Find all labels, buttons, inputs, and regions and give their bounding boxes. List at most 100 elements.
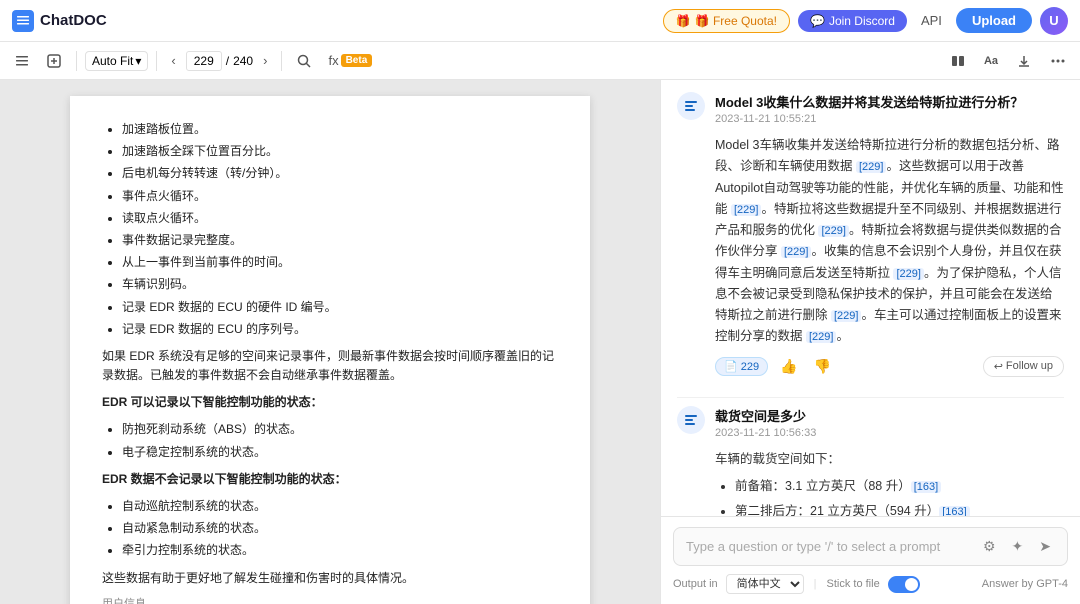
new-tab-button[interactable] <box>40 49 68 73</box>
answer-by-label: Answer by GPT-4 <box>982 578 1068 590</box>
output-label: Output in <box>673 578 718 590</box>
thumbs-up-button-1[interactable]: 👍 <box>776 356 801 377</box>
pdf-edr-not-title: EDR 数据不会记录以下智能控制功能的状态： <box>102 470 558 489</box>
formula-button[interactable]: fx Beta <box>322 49 378 72</box>
chat-q2-title: 载货空间是多少 <box>715 406 1064 425</box>
avatar-letter: U <box>1049 13 1058 28</box>
pdf-item: 车辆识别码。 <box>122 275 558 294</box>
app-name: ChatDOC <box>40 12 107 29</box>
pdf-page-1: 加速踏板位置。 加速踏板全踩下位置百分比。 后电机每分转转速（转/分钟）。 事件… <box>70 96 590 604</box>
chat-question-2: 载货空间是多少 2023-11-21 10:56:33 <box>677 406 1064 439</box>
pdf-item: 电子稳定控制系统的状态。 <box>122 443 558 462</box>
pdf-edr-not-items: 自动巡航控制系统的状态。 自动紧急制动系统的状态。 牵引力控制系统的状态。 <box>102 497 558 561</box>
chat-text-input[interactable] <box>686 539 971 554</box>
pdf-item: 牵引力控制系统的状态。 <box>122 541 558 560</box>
pdf-item: 从上一事件到当前事件的时间。 <box>122 253 558 272</box>
pdf-item: 后电机每分转转速（转/分钟）。 <box>122 164 558 183</box>
chat-input-area: ⚙ ✦ ➤ Output in 简体中文 | Stick to file Ans… <box>661 516 1080 604</box>
pdf-item: 加速踏板全踩下位置百分比。 <box>122 142 558 161</box>
separator3 <box>281 51 282 71</box>
citation-num: 229 <box>741 361 759 373</box>
beta-badge: Beta <box>341 54 373 67</box>
language-select[interactable]: 简体中文 <box>726 574 804 594</box>
download-button[interactable] <box>1010 49 1038 73</box>
pdf-edr-title: EDR 可以记录以下智能控制功能的状态： <box>102 393 558 412</box>
pdf-edr-items: 防抱死刹动系统（ABS）的状态。 电子稳定控制系统的状态。 <box>102 420 558 461</box>
navbar: ChatDOC 🎁 🎁 Free Quota! 💬 Join Discord A… <box>0 0 1080 42</box>
pdf-item: 事件数据记录完整度。 <box>122 231 558 250</box>
chat-answer-2: 车辆的载货空间如下： 前备箱：3.1 立方英尺（88 升）[163] 第二排后方… <box>677 449 1064 517</box>
auto-fit-label: Auto Fit <box>92 54 133 68</box>
reading-mode-button[interactable] <box>944 49 972 73</box>
logo-icon <box>12 10 34 32</box>
sparkle-input-button[interactable]: ✦ <box>1008 536 1028 557</box>
pdf-item: 自动巡航控制系统的状态。 <box>122 497 558 516</box>
page-separator: / <box>226 54 229 68</box>
thumbs-down-button-1[interactable]: 👎 <box>810 356 835 377</box>
api-label: API <box>921 13 942 28</box>
chat-q1-time: 2023-11-21 10:55:21 <box>715 113 1064 125</box>
chat-block-q2: 载货空间是多少 2023-11-21 10:56:33 车辆的载货空间如下： 前… <box>677 406 1064 517</box>
upload-label: Upload <box>972 13 1016 28</box>
chat-q1-content: Model 3收集什么数据并将其发送给特斯拉进行分析？ 2023-11-21 1… <box>715 92 1064 125</box>
pdf-item: 记录 EDR 数据的 ECU 的序列号。 <box>122 320 558 339</box>
auto-fit-dropdown[interactable]: Auto Fit ▾ <box>85 51 148 71</box>
chat-q2-time: 2023-11-21 10:56:33 <box>715 427 1064 439</box>
citation-badge-1[interactable]: 📄 229 <box>715 357 768 376</box>
more-button[interactable] <box>1044 49 1072 73</box>
separator <box>76 51 77 71</box>
chat-q1-title: Model 3收集什么数据并将其发送给特斯拉进行分析？ <box>715 92 1064 111</box>
free-quota-button[interactable]: 🎁 🎁 Free Quota! <box>663 9 790 33</box>
separator2 <box>156 51 157 71</box>
navbar-right: 🎁 🎁 Free Quota! 💬 Join Discord API Uploa… <box>663 7 1068 35</box>
search-button[interactable] <box>290 49 318 73</box>
pdf-item: 事件点火循环。 <box>122 187 558 206</box>
citation-icon: 📄 <box>724 361 738 373</box>
page-total: 240 <box>233 54 253 68</box>
follow-up-label: Follow up <box>1006 360 1053 372</box>
discord-label: Join Discord <box>829 14 895 28</box>
chat-footer: Output in 简体中文 | Stick to file Answer by… <box>673 574 1068 594</box>
follow-up-icon: ↩ <box>994 360 1003 373</box>
pdf-item: 自动紧急制动系统的状态。 <box>122 519 558 538</box>
free-quota-label: 🎁 Free Quota! <box>695 14 777 28</box>
next-icon: › <box>263 53 267 68</box>
toolbar: Auto Fit ▾ ‹ / 240 › fx Beta Aa <box>0 42 1080 80</box>
chat-question-1: Model 3收集什么数据并将其发送给特斯拉进行分析？ 2023-11-21 1… <box>677 92 1064 125</box>
chat-q2-icon <box>677 406 705 434</box>
prev-page-button[interactable]: ‹ <box>165 49 181 72</box>
pdf-viewer[interactable]: 加速踏板位置。 加速踏板全踩下位置百分比。 后电机每分转转速（转/分钟）。 事件… <box>0 80 660 604</box>
chat-actions-1: 📄 229 👍 👎 ↩ Follow up <box>677 348 1064 381</box>
font-size-button[interactable]: Aa <box>978 51 1004 71</box>
api-button[interactable]: API <box>915 9 948 32</box>
discord-icon: 💬 <box>810 14 825 28</box>
page-navigation: / 240 <box>186 51 253 71</box>
user-avatar[interactable]: U <box>1040 7 1068 35</box>
app-logo[interactable]: ChatDOC <box>12 10 107 32</box>
chat-divider <box>677 397 1064 398</box>
next-page-button[interactable]: › <box>257 49 273 72</box>
chat-panel: Model 3收集什么数据并将其发送给特斯拉进行分析？ 2023-11-21 1… <box>660 80 1080 604</box>
send-button[interactable]: ➤ <box>1035 536 1055 557</box>
cargo-title: 车辆的载货空间如下： <box>715 449 1064 470</box>
dropdown-icon: ▾ <box>135 54 141 68</box>
pdf-bullet-list: 加速踏板位置。 加速踏板全踩下位置百分比。 后电机每分转转速（转/分钟）。 事件… <box>102 120 558 339</box>
chat-block-q1: Model 3收集什么数据并将其发送给特斯拉进行分析？ 2023-11-21 1… <box>677 92 1064 381</box>
stick-to-file-label: Stick to file <box>827 578 880 590</box>
join-discord-button[interactable]: 💬 Join Discord <box>798 10 907 32</box>
pdf-item: 加速踏板位置。 <box>122 120 558 139</box>
settings-input-button[interactable]: ⚙ <box>979 536 1000 557</box>
chat-messages-list[interactable]: Model 3收集什么数据并将其发送给特斯拉进行分析？ 2023-11-21 1… <box>661 80 1080 516</box>
main-content: 加速踏板位置。 加速踏板全踩下位置百分比。 后电机每分转转速（转/分钟）。 事件… <box>0 80 1080 604</box>
chat-q2-content: 载货空间是多少 2023-11-21 10:56:33 <box>715 406 1064 439</box>
formula-label: fx <box>328 53 338 68</box>
upload-button[interactable]: Upload <box>956 8 1032 33</box>
follow-up-button-1[interactable]: ↩ Follow up <box>983 356 1064 377</box>
toggle-knob <box>905 578 918 591</box>
menu-icon-button[interactable] <box>8 49 36 73</box>
cargo-item-2: 第二排后方：21 立方英尺（594 升）[163] <box>735 501 1064 516</box>
prev-icon: ‹ <box>171 53 175 68</box>
page-number-input[interactable] <box>186 51 222 71</box>
stick-to-file-toggle[interactable] <box>888 576 920 593</box>
pdf-item: 读取点火循环。 <box>122 209 558 228</box>
